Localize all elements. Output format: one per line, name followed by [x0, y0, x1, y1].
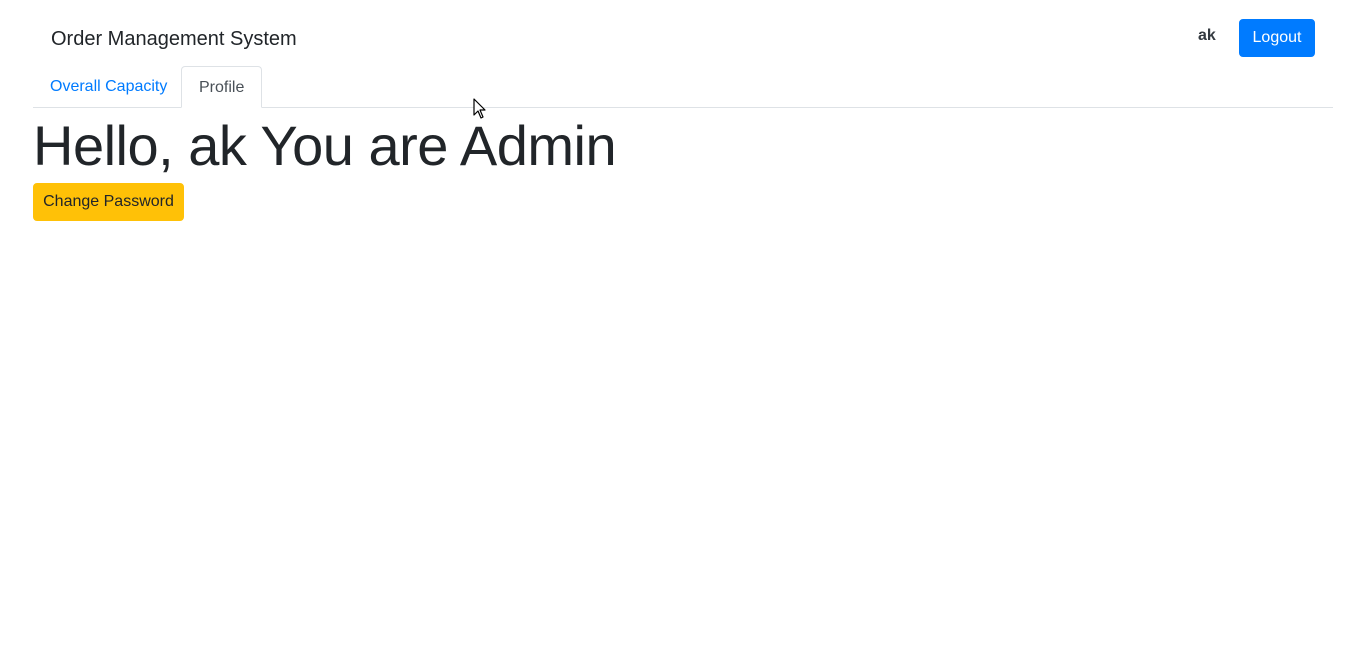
- page-container: Order Management System ak Logout Overal…: [33, 0, 1333, 221]
- app-brand[interactable]: Order Management System: [51, 26, 297, 52]
- profile-panel: Hello, ak You are Admin Change Password: [33, 114, 1333, 221]
- nav-tabs: Overall Capacity Profile: [33, 66, 1333, 108]
- top-navbar: Order Management System ak Logout: [33, 0, 1333, 66]
- tab-overall-capacity[interactable]: Overall Capacity: [33, 66, 184, 107]
- tab-profile[interactable]: Profile: [181, 66, 263, 108]
- logout-button[interactable]: Logout: [1239, 19, 1315, 57]
- greeting-heading: Hello, ak You are Admin: [33, 114, 617, 177]
- change-password-button[interactable]: Change Password: [33, 183, 184, 221]
- mouse-pointer-icon: [473, 98, 486, 119]
- current-user-name: ak: [1198, 27, 1216, 44]
